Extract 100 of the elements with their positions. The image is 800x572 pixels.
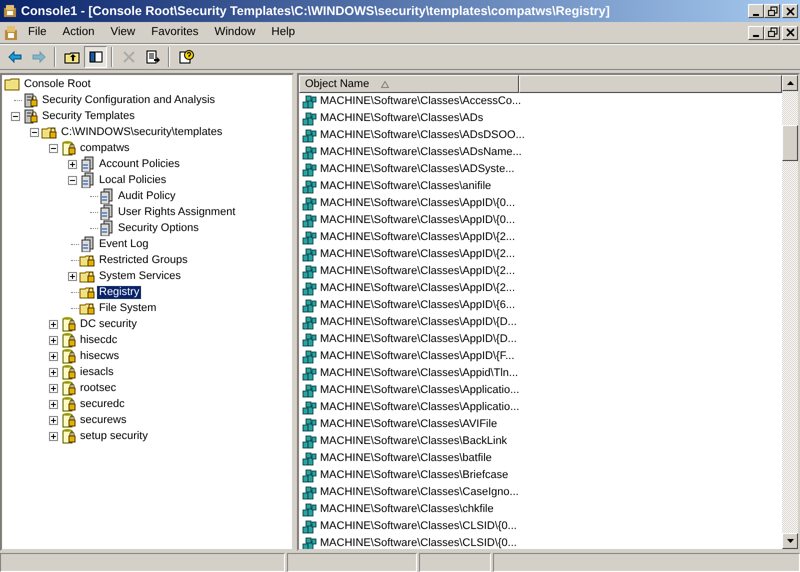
list-item[interactable]: MACHINE\Software\Classes\batfile [320, 450, 492, 467]
list-item[interactable]: MACHINE\Software\Classes\AppID\{2... [320, 263, 516, 280]
registry-key-icon [302, 382, 318, 398]
expand-icon[interactable] [48, 432, 58, 440]
menu-item[interactable]: Favorites [143, 24, 207, 42]
list-item[interactable]: MACHINE\Software\Classes\AppID\{2... [320, 229, 516, 246]
list-item[interactable]: MACHINE\Software\Classes\BackLink [320, 433, 508, 450]
minimize-button[interactable] [748, 26, 764, 40]
tree-item[interactable]: securews [78, 414, 128, 426]
list-item[interactable]: MACHINE\Software\Classes\ADsDSOO... [320, 127, 525, 144]
tree-item[interactable]: Security Options [116, 222, 201, 234]
menu-item[interactable]: View [102, 24, 144, 42]
list-item[interactable]: MACHINE\Software\Classes\AVIFile [320, 416, 498, 433]
list-item[interactable]: MACHINE\Software\Classes\CLSID\{0... [320, 518, 517, 535]
registry-key-icon [302, 298, 318, 314]
status-pane [419, 553, 491, 572]
expand-icon[interactable] [68, 272, 76, 280]
expand-icon[interactable] [48, 352, 58, 360]
tree-item[interactable]: User Rights Assignment [116, 206, 238, 218]
list-item[interactable]: MACHINE\Software\Classes\CaseIgno... [320, 484, 519, 501]
registry-key-icon [302, 400, 318, 416]
registry-key-icon [302, 264, 318, 280]
expand-icon[interactable] [48, 368, 58, 376]
list-item[interactable]: MACHINE\Software\Classes\CLSID\{0... [320, 535, 517, 549]
tree-item[interactable]: C:\WINDOWS\security\templates [59, 126, 224, 138]
list-item[interactable]: MACHINE\Software\Classes\anifile [320, 178, 492, 195]
expand-icon[interactable] [48, 416, 58, 424]
expand-icon[interactable] [48, 400, 58, 408]
expand-icon[interactable] [48, 336, 58, 344]
tree-item[interactable]: rootsec [78, 382, 118, 394]
tree-item[interactable]: Security Configuration and Analysis [40, 94, 218, 106]
tree-item[interactable]: Console Root [22, 78, 93, 90]
registry-key-icon [302, 280, 318, 296]
tree-item[interactable]: Local Policies [97, 174, 168, 186]
expand-icon[interactable] [48, 384, 58, 392]
tree-item[interactable]: hisecdc [78, 334, 120, 346]
close-button[interactable] [782, 26, 798, 40]
registry-key-icon [302, 450, 318, 466]
tree-item[interactable]: Event Log [97, 238, 151, 250]
minimize-icon [753, 35, 759, 37]
scroll-down-button[interactable] [782, 533, 798, 549]
list-item[interactable]: MACHINE\Software\Classes\Applicatio... [320, 399, 520, 416]
list-item[interactable]: MACHINE\Software\Classes\Briefcase [320, 467, 508, 484]
menu-item[interactable]: Help [263, 24, 304, 42]
expand-icon[interactable] [68, 160, 76, 168]
column-header[interactable]: Object Name [299, 75, 519, 93]
tree-item[interactable]: Account Policies [97, 158, 182, 170]
tree-item[interactable]: iesacls [78, 366, 116, 378]
collapse-icon[interactable] [68, 176, 76, 184]
list-item[interactable]: MACHINE\Software\Classes\AccessCo... [320, 93, 522, 110]
scroll-up-button[interactable] [782, 75, 798, 91]
down-arrow-icon [786, 539, 794, 543]
tree-item[interactable]: DC security [78, 318, 139, 330]
expand-icon[interactable] [48, 320, 58, 328]
column-header[interactable] [519, 75, 782, 93]
tree-item[interactable]: Audit Policy [116, 190, 178, 202]
collapse-icon[interactable] [30, 128, 38, 136]
restore-button[interactable] [764, 26, 780, 40]
tree-item[interactable]: compatws [78, 142, 132, 154]
restore-button[interactable] [764, 4, 780, 18]
list-item[interactable]: MACHINE\Software\Classes\AppID\{0... [320, 212, 516, 229]
list-item[interactable]: MACHINE\Software\Classes\AppID\{2... [320, 280, 516, 297]
tree-item[interactable]: hisecws [78, 350, 122, 362]
list-item[interactable]: MACHINE\Software\Classes\AppID\{D... [320, 314, 517, 331]
tree-item[interactable]: System Services [97, 270, 183, 282]
menu-item[interactable]: File [20, 24, 55, 42]
list-item[interactable]: MACHINE\Software\Classes\AppID\{F... [320, 348, 514, 365]
tree-item[interactable]: securedc [78, 398, 127, 410]
list-item[interactable]: MACHINE\Software\Classes\AppID\{0... [320, 195, 516, 212]
registry-key-icon [302, 246, 318, 262]
tree-item[interactable]: File System [97, 302, 158, 314]
list-item[interactable]: MACHINE\Software\Classes\Applicatio... [320, 382, 520, 399]
close-button[interactable] [782, 4, 798, 18]
registry-key-icon [302, 144, 318, 160]
collapse-icon[interactable] [10, 112, 20, 120]
registry-key-icon [302, 416, 318, 432]
tree-item[interactable]: Restricted Groups [97, 254, 190, 266]
list-item[interactable]: MACHINE\Software\Classes\AppID\{6... [320, 297, 516, 314]
menu-item[interactable]: Window [206, 24, 264, 42]
list-item[interactable]: MACHINE\Software\Classes\AppID\{2... [320, 246, 516, 263]
list-item[interactable]: MACHINE\Software\Classes\ADsName... [320, 144, 522, 161]
tree-item[interactable]: Security Templates [40, 110, 137, 122]
list-item[interactable]: MACHINE\Software\Classes\chkfile [320, 501, 494, 518]
collapse-icon[interactable] [48, 144, 58, 152]
server-icon [79, 156, 95, 172]
list-item[interactable]: MACHINE\Software\Classes\AppID\{D... [320, 331, 517, 348]
close-icon [784, 6, 796, 16]
list-item[interactable]: MACHINE\Software\Classes\ADSyste... [320, 161, 514, 178]
scroll-thumb[interactable] [782, 125, 798, 161]
minimize-button[interactable] [748, 4, 764, 18]
tree-pane-button[interactable] [84, 46, 107, 68]
tree-item[interactable]: Registry [97, 286, 142, 298]
restore-icon [766, 27, 778, 38]
list-item[interactable]: MACHINE\Software\Classes\ADs [320, 110, 484, 127]
list-item[interactable]: MACHINE\Software\Classes\Appid\Tln... [320, 365, 518, 382]
scrollbar[interactable] [782, 75, 798, 549]
registry-key-icon [302, 502, 318, 518]
tree-item[interactable]: setup security [78, 430, 150, 442]
menu-item[interactable]: Action [54, 24, 102, 42]
locked-document-icon [60, 348, 76, 364]
